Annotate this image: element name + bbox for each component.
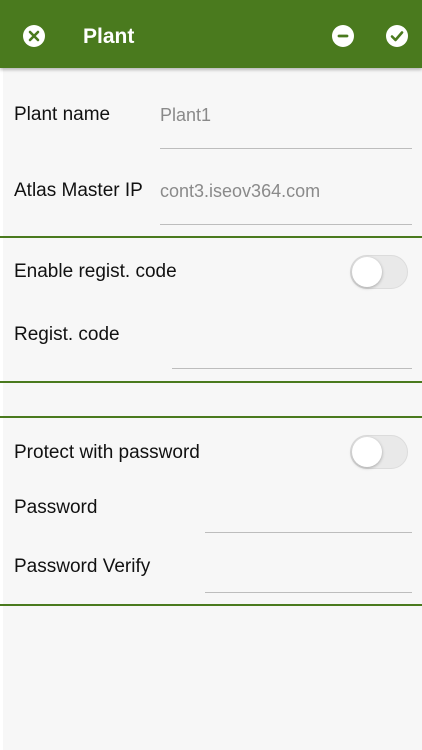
toggle-knob — [352, 437, 382, 467]
section-divider — [0, 604, 422, 606]
password-verify-label: Password Verify — [14, 556, 151, 577]
plant-name-underline — [160, 148, 412, 149]
close-circle-icon[interactable] — [23, 25, 45, 47]
app-header: Plant — [0, 0, 422, 68]
plant-name-label: Plant name — [14, 104, 111, 125]
regist-code-label: Regist. code — [14, 324, 120, 345]
atlas-master-ip-input[interactable]: cont3.iseov364.com — [160, 180, 320, 202]
password-underline — [205, 532, 412, 533]
protect-with-password-label: Protect with password — [14, 442, 200, 463]
check-circle-icon[interactable] — [386, 25, 408, 47]
toggle-knob — [352, 257, 382, 287]
password-verify-underline — [205, 592, 412, 593]
protect-with-password-toggle[interactable] — [350, 435, 408, 469]
section-divider — [0, 236, 422, 238]
section-divider — [0, 416, 422, 418]
section-divider — [0, 381, 422, 383]
left-edge — [0, 68, 3, 750]
page-title: Plant — [83, 25, 135, 48]
enable-regist-code-label: Enable regist. code — [14, 261, 177, 282]
password-label: Password — [14, 497, 98, 518]
atlas-master-ip-underline — [160, 224, 412, 225]
regist-code-underline — [172, 368, 412, 369]
atlas-master-ip-label: Atlas Master IP — [14, 180, 143, 201]
minus-circle-icon[interactable] — [332, 25, 354, 47]
plant-name-input[interactable]: Plant1 — [160, 104, 211, 126]
enable-regist-code-toggle[interactable] — [350, 255, 408, 289]
